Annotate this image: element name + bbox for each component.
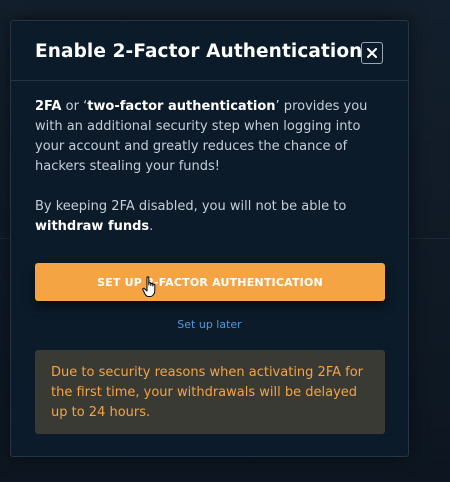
withdraw-funds-emphasis: withdraw funds — [35, 219, 150, 234]
modal-title: Enable 2-Factor Authentication — [35, 41, 363, 62]
disabled-warning-paragraph: By keeping 2FA disabled, you will not be… — [35, 197, 390, 237]
intro-paragraph: 2FA or ‘two-factor authentication’ provi… — [35, 97, 390, 177]
close-icon — [367, 48, 377, 58]
disabled-end: . — [149, 219, 154, 234]
intro-or: or ‘ — [61, 99, 88, 114]
withdrawal-delay-notice: Due to security reasons when activating … — [35, 350, 385, 434]
background-divider — [410, 238, 450, 239]
enable-2fa-modal: Enable 2-Factor Authentication 2FA or ‘t… — [10, 20, 409, 457]
disabled-lead: By keeping 2FA disabled, you will not be… — [35, 199, 347, 214]
setup-2fa-button[interactable]: SET UP 2-FACTOR AUTHENTICATION — [35, 263, 385, 301]
close-button[interactable] — [361, 42, 383, 64]
term-two-factor: two-factor authentication — [87, 99, 276, 114]
term-2fa: 2FA — [35, 99, 62, 114]
background-divider — [0, 238, 10, 239]
setup-later-link[interactable]: Set up later — [11, 318, 408, 331]
modal-body: 2FA or ‘two-factor authentication’ provi… — [35, 97, 390, 237]
modal-header: Enable 2-Factor Authentication — [11, 21, 408, 81]
